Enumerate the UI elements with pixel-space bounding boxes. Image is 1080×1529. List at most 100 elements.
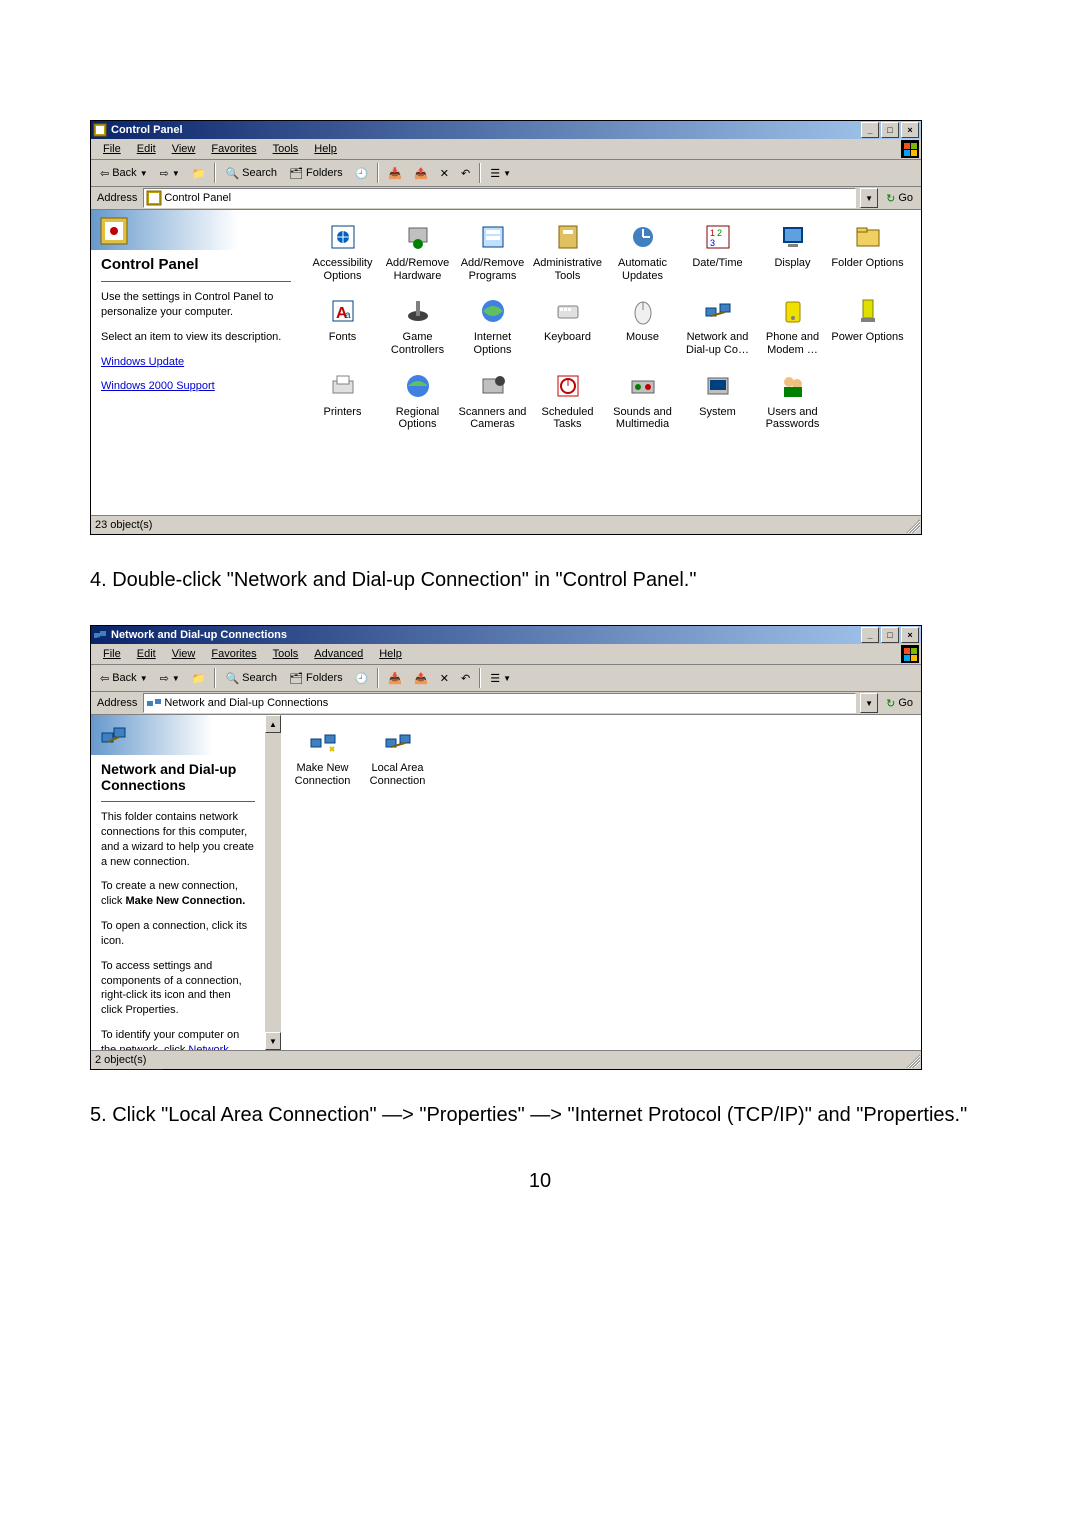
cp-item-network-and-dial-up-co[interactable]: Network and Dial-up Co…: [680, 294, 755, 356]
copyto-button[interactable]: 📤: [409, 164, 433, 183]
cp-item-game-controllers[interactable]: Game Controllers: [380, 294, 455, 356]
menu-help[interactable]: Help: [306, 141, 345, 157]
item-icon: [605, 294, 680, 328]
item-icon: Aa: [305, 294, 380, 328]
folders-button[interactable]: 🗂Folders: [284, 164, 348, 183]
address-value: Control Panel: [164, 192, 231, 204]
undo-icon: ↶: [461, 672, 470, 685]
nd-item-make-new-connection[interactable]: Make New Connection: [285, 725, 360, 787]
moveto-button[interactable]: 📥: [383, 669, 407, 688]
info-panel: Network and Dial-up Connections This fol…: [91, 715, 265, 1050]
cp-item-printers[interactable]: Printers: [305, 369, 380, 431]
address-field[interactable]: Network and Dial-up Connections: [143, 693, 856, 713]
search-button[interactable]: 🔍Search: [220, 164, 282, 183]
history-button[interactable]: 🕘: [350, 164, 374, 183]
panel-text: To access settings and components of a c…: [101, 959, 255, 1018]
go-button[interactable]: ↻ Go: [882, 192, 917, 205]
dropdown-arrow-icon: ▼: [172, 674, 180, 683]
cp-item-date-time[interactable]: 123Date/Time: [680, 220, 755, 282]
delete-button[interactable]: ✕: [435, 669, 454, 688]
menu-file[interactable]: File: [95, 646, 129, 662]
address-label: Address: [95, 192, 139, 204]
forward-button[interactable]: ⇨▼: [155, 164, 185, 183]
address-dropdown[interactable]: ▼: [860, 693, 878, 713]
close-button[interactable]: ×: [901, 627, 919, 643]
up-button[interactable]: 📁: [187, 669, 211, 688]
search-button[interactable]: 🔍Search: [220, 669, 282, 688]
close-button[interactable]: ×: [901, 122, 919, 138]
copyto-button[interactable]: 📤: [409, 669, 433, 688]
item-icon: [455, 220, 530, 254]
back-button[interactable]: ⇦Back▼: [95, 669, 153, 688]
menu-view[interactable]: View: [164, 646, 204, 662]
undo-button[interactable]: ↶: [456, 669, 475, 688]
cp-item-regional-options[interactable]: Regional Options: [380, 369, 455, 431]
menu-edit[interactable]: Edit: [129, 646, 164, 662]
cp-item-add-remove-programs[interactable]: Add/Remove Programs: [455, 220, 530, 282]
cp-item-sounds-and-multimedia[interactable]: Sounds and Multimedia: [605, 369, 680, 431]
undo-button[interactable]: ↶: [456, 164, 475, 183]
resize-grip-icon[interactable]: [906, 519, 920, 533]
control-panel-icon: [93, 123, 107, 137]
address-dropdown[interactable]: ▼: [860, 188, 878, 208]
titlebar: Control Panel _ □ ×: [91, 121, 921, 139]
menu-tools[interactable]: Tools: [265, 141, 307, 157]
minimize-button[interactable]: _: [861, 122, 879, 138]
item-label: Users and Passwords: [755, 406, 830, 431]
maximize-button[interactable]: □: [881, 122, 899, 138]
windows-update-link[interactable]: Windows Update: [101, 356, 184, 368]
go-button[interactable]: ↻ Go: [882, 697, 917, 710]
delete-button[interactable]: ✕: [435, 164, 454, 183]
resize-grip-icon[interactable]: [906, 1054, 920, 1068]
menu-advanced[interactable]: Advanced: [306, 646, 371, 662]
cp-item-power-options[interactable]: Power Options: [830, 294, 905, 356]
minimize-button[interactable]: _: [861, 627, 879, 643]
scroll-down-button[interactable]: ▼: [265, 1032, 281, 1050]
cp-item-accessibility-options[interactable]: Accessibility Options: [305, 220, 380, 282]
moveto-button[interactable]: 📥: [383, 164, 407, 183]
cp-item-folder-options[interactable]: Folder Options: [830, 220, 905, 282]
step-4-instruction: 4. Double-click "Network and Dial-up Con…: [90, 565, 990, 595]
cp-item-mouse[interactable]: Mouse: [605, 294, 680, 356]
undo-icon: ↶: [461, 167, 470, 180]
cp-item-phone-and-modem[interactable]: Phone and Modem …: [755, 294, 830, 356]
cp-item-fonts[interactable]: AaFonts: [305, 294, 380, 356]
scrollbar[interactable]: ▲ ▼: [265, 715, 281, 1050]
windows-2000-support-link[interactable]: Windows 2000 Support: [101, 380, 215, 392]
back-button[interactable]: ⇦ Back ▼: [95, 164, 153, 183]
folders-button[interactable]: 🗂Folders: [284, 669, 348, 688]
menu-favorites[interactable]: Favorites: [203, 141, 264, 157]
menu-view[interactable]: View: [164, 141, 204, 157]
up-button[interactable]: 📁: [187, 164, 211, 183]
cp-item-keyboard[interactable]: Keyboard: [530, 294, 605, 356]
menu-help[interactable]: Help: [371, 646, 410, 662]
cp-item-scanners-and-cameras[interactable]: Scanners and Cameras: [455, 369, 530, 431]
history-icon: 🕘: [355, 672, 369, 685]
menu-favorites[interactable]: Favorites: [203, 646, 264, 662]
cp-item-users-and-passwords[interactable]: Users and Passwords: [755, 369, 830, 431]
menu-tools[interactable]: Tools: [265, 646, 307, 662]
nd-item-local-area-connection[interactable]: Local Area Connection: [360, 725, 435, 787]
status-text: 23 object(s): [95, 519, 152, 531]
cp-item-administrative-tools[interactable]: Administrative Tools: [530, 220, 605, 282]
panel-banner: [91, 210, 301, 250]
cp-item-display[interactable]: Display: [755, 220, 830, 282]
window-title: Network and Dial-up Connections: [111, 629, 861, 641]
address-label: Address: [95, 697, 139, 709]
views-button[interactable]: ☰▼: [485, 669, 516, 688]
forward-button[interactable]: ⇨▼: [155, 669, 185, 688]
history-button[interactable]: 🕘: [350, 669, 374, 688]
item-label: Network and Dial-up Co…: [680, 331, 755, 356]
maximize-button[interactable]: □: [881, 627, 899, 643]
cp-item-system[interactable]: System: [680, 369, 755, 431]
menu-file[interactable]: File: [95, 141, 129, 157]
cp-item-add-remove-hardware[interactable]: Add/Remove Hardware: [380, 220, 455, 282]
menu-edit[interactable]: Edit: [129, 141, 164, 157]
scroll-up-button[interactable]: ▲: [265, 715, 281, 733]
control-panel-icon: [99, 216, 129, 249]
views-button[interactable]: ☰▼: [485, 164, 516, 183]
cp-item-internet-options[interactable]: Internet Options: [455, 294, 530, 356]
address-field[interactable]: Control Panel: [143, 188, 856, 208]
cp-item-automatic-updates[interactable]: Automatic Updates: [605, 220, 680, 282]
cp-item-scheduled-tasks[interactable]: Scheduled Tasks: [530, 369, 605, 431]
